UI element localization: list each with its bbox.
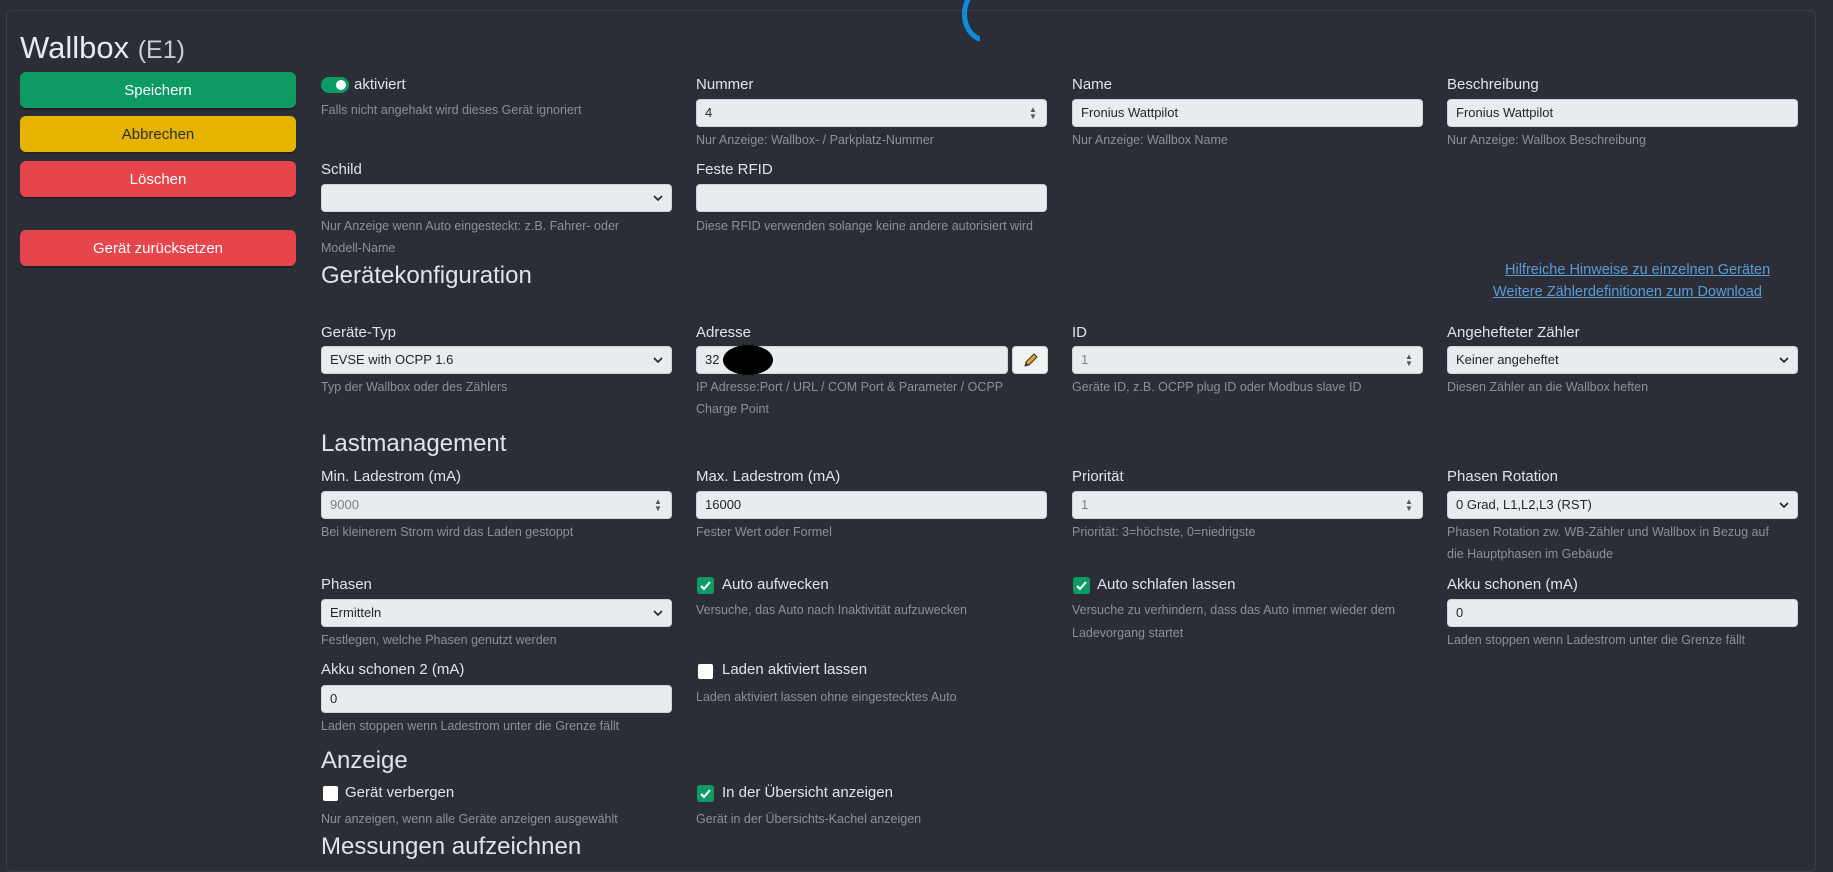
number-label: Nummer [696,76,754,93]
min-current-input[interactable]: 9000 ▲ ▼ [321,491,672,519]
auto-sleep-help-line1: Versuche zu verhindern, dass das Auto im… [1072,603,1396,617]
description-input[interactable]: Fronius Wattpilot [1447,99,1798,127]
auto-sleep-label: Auto schlafen lassen [1097,576,1236,593]
measurements-title: Messungen aufzeichnen [321,833,582,860]
rfid-label: Feste RFID [696,161,773,178]
battery-save2-input[interactable]: 0 [321,685,672,713]
phase-rotation-help-line1: Phasen Rotation zw. WB-Zähler und Wallbo… [1447,525,1769,539]
device-type-help: Typ der Wallbox oder des Zählers [321,380,508,394]
auto-sleep-help-line2: Ladevorgang startet [1072,626,1184,640]
auto-wake-help: Versuche, das Auto nach Inaktivität aufz… [696,603,968,617]
phase-rotation-select[interactable]: 0 Grad, L1,L2,L3 (RST) [1447,491,1798,519]
enabled-help: Falls nicht angehakt wird dieses Gerät i… [321,103,582,117]
priority-help: Priorität: 3=höchste, 0=niedrigste [1072,525,1256,539]
sign-help-line1: Nur Anzeige wenn Auto eingesteckt: z.B. … [321,219,620,233]
display-title: Anzeige [321,747,408,774]
chevron-down-icon [653,195,663,202]
keep-enabled-checkbox[interactable] [697,663,714,680]
phase-rotation-help-line2: die Hauptphasen im Gebäude [1447,547,1614,561]
address-help-line2: Charge Point [696,402,769,416]
priority-label: Priorität [1072,468,1124,485]
auto-wake-label: Auto aufwecken [722,576,829,593]
address-help-line1: IP Adresse:Port / URL / COM Port & Param… [696,380,1004,394]
keep-enabled-help: Laden aktiviert lassen ohne eingesteckte… [696,690,957,704]
chevron-down-icon [1779,502,1789,509]
min-current-label: Min. Ladestrom (mA) [321,468,462,485]
battery-save-label: Akku schonen (mA) [1447,576,1578,593]
pencil-icon [1024,353,1038,367]
phases-label: Phasen [321,576,372,593]
save-button[interactable]: Speichern [20,72,296,108]
priority-input[interactable]: 1 ▲ ▼ [1072,491,1423,519]
id-input[interactable]: 1 ▲ ▼ [1072,346,1423,374]
rfid-help: Diese RFID verwenden solange keine ander… [696,219,1033,233]
phase-rotation-label: Phasen Rotation [1447,468,1558,485]
max-current-input[interactable]: 16000 [696,491,1047,519]
max-current-label: Max. Ladestrom (mA) [696,468,841,485]
phases-help: Festlegen, welche Phasen genutzt werden [321,633,557,647]
attached-meter-select[interactable]: Keiner angeheftet [1447,346,1798,374]
cancel-button[interactable]: Abbrechen [20,116,296,152]
keep-enabled-label: Laden aktiviert lassen [722,661,868,678]
battery-save-input[interactable]: 0 [1447,599,1798,627]
sign-label: Schild [321,161,362,178]
show-overview-help: Gerät in der Übersichts-Kachel anzeigen [696,812,922,826]
auto-sleep-checkbox[interactable] [1073,577,1090,594]
check-icon [700,581,711,591]
spinner-arrows-icon[interactable]: ▲ ▼ [654,498,662,513]
description-label: Beschreibung [1447,76,1539,93]
auto-wake-checkbox[interactable] [697,577,714,594]
sign-select[interactable] [321,184,672,212]
description-help: Nur Anzeige: Wallbox Beschreibung [1447,133,1646,147]
spinner-arrows-icon[interactable]: ▲ ▼ [1405,498,1413,513]
number-help: Nur Anzeige: Wallbox- / Parkplatz-Nummer [696,133,934,147]
enabled-toggle[interactable] [321,77,349,93]
battery-save2-help: Laden stoppen wenn Ladestrom unter die G… [321,719,620,733]
max-current-help: Fester Wert oder Formel [696,525,832,539]
chevron-down-icon [653,610,663,617]
name-label: Name [1072,76,1113,93]
hide-device-label: Gerät verbergen [345,784,455,801]
address-label: Adresse [696,324,752,341]
logo-icon [962,0,980,48]
attached-meter-help: Diesen Zähler an die Wallbox heften [1447,380,1649,394]
load-management-title: Lastmanagement [321,430,507,457]
enabled-label: aktiviert [354,76,406,93]
id-help: Geräte ID, z.B. OCPP plug ID oder Modbus… [1072,380,1362,394]
device-type-label: Geräte-Typ [321,324,397,341]
number-input[interactable]: 4 ▲ ▼ [696,99,1047,127]
spinner-arrows-icon[interactable]: ▲ ▼ [1029,106,1037,121]
chevron-down-icon [653,357,663,364]
hide-device-help: Nur anzeigen, wenn alle Geräte anzeigen … [321,812,618,826]
show-overview-checkbox[interactable] [697,785,714,802]
check-icon [700,789,711,799]
device-type-select[interactable]: EVSE with OCPP 1.6 [321,346,672,374]
min-current-help: Bei kleinerem Strom wird das Laden gesto… [321,525,574,539]
battery-save2-label: Akku schonen 2 (mA) [321,661,465,678]
chevron-down-icon [1779,357,1789,364]
meter-definitions-link[interactable]: Weitere Zählerdefinitionen zum Download [1493,284,1762,300]
name-input[interactable]: Fronius Wattpilot [1072,99,1423,127]
page-title: Wallbox (E1) [20,30,185,65]
battery-save-help: Laden stoppen wenn Ladestrom unter die G… [1447,633,1746,647]
rfid-input[interactable] [696,184,1047,212]
reset-device-button[interactable]: Gerät zurücksetzen [20,230,296,266]
name-help: Nur Anzeige: Wallbox Name [1072,133,1228,147]
page-subtitle: (E1) [137,36,185,64]
id-label: ID [1072,324,1087,341]
sign-help-line2: Modell-Name [321,241,396,255]
delete-button[interactable]: Löschen [20,161,296,197]
device-config-title: Gerätekonfiguration [321,262,532,289]
check-icon [1076,581,1087,591]
hide-device-checkbox[interactable] [322,785,339,802]
spinner-arrows-icon[interactable]: ▲ ▼ [1405,353,1413,368]
address-edit-button[interactable] [1012,346,1048,374]
phases-select[interactable]: Ermitteln [321,599,672,627]
redaction-mark [723,345,773,375]
show-overview-label: In der Übersicht anzeigen [722,784,893,801]
device-hints-link[interactable]: Hilfreiche Hinweise zu einzelnen Geräten [1505,262,1770,278]
attached-meter-label: Angehefteter Zähler [1447,324,1580,341]
